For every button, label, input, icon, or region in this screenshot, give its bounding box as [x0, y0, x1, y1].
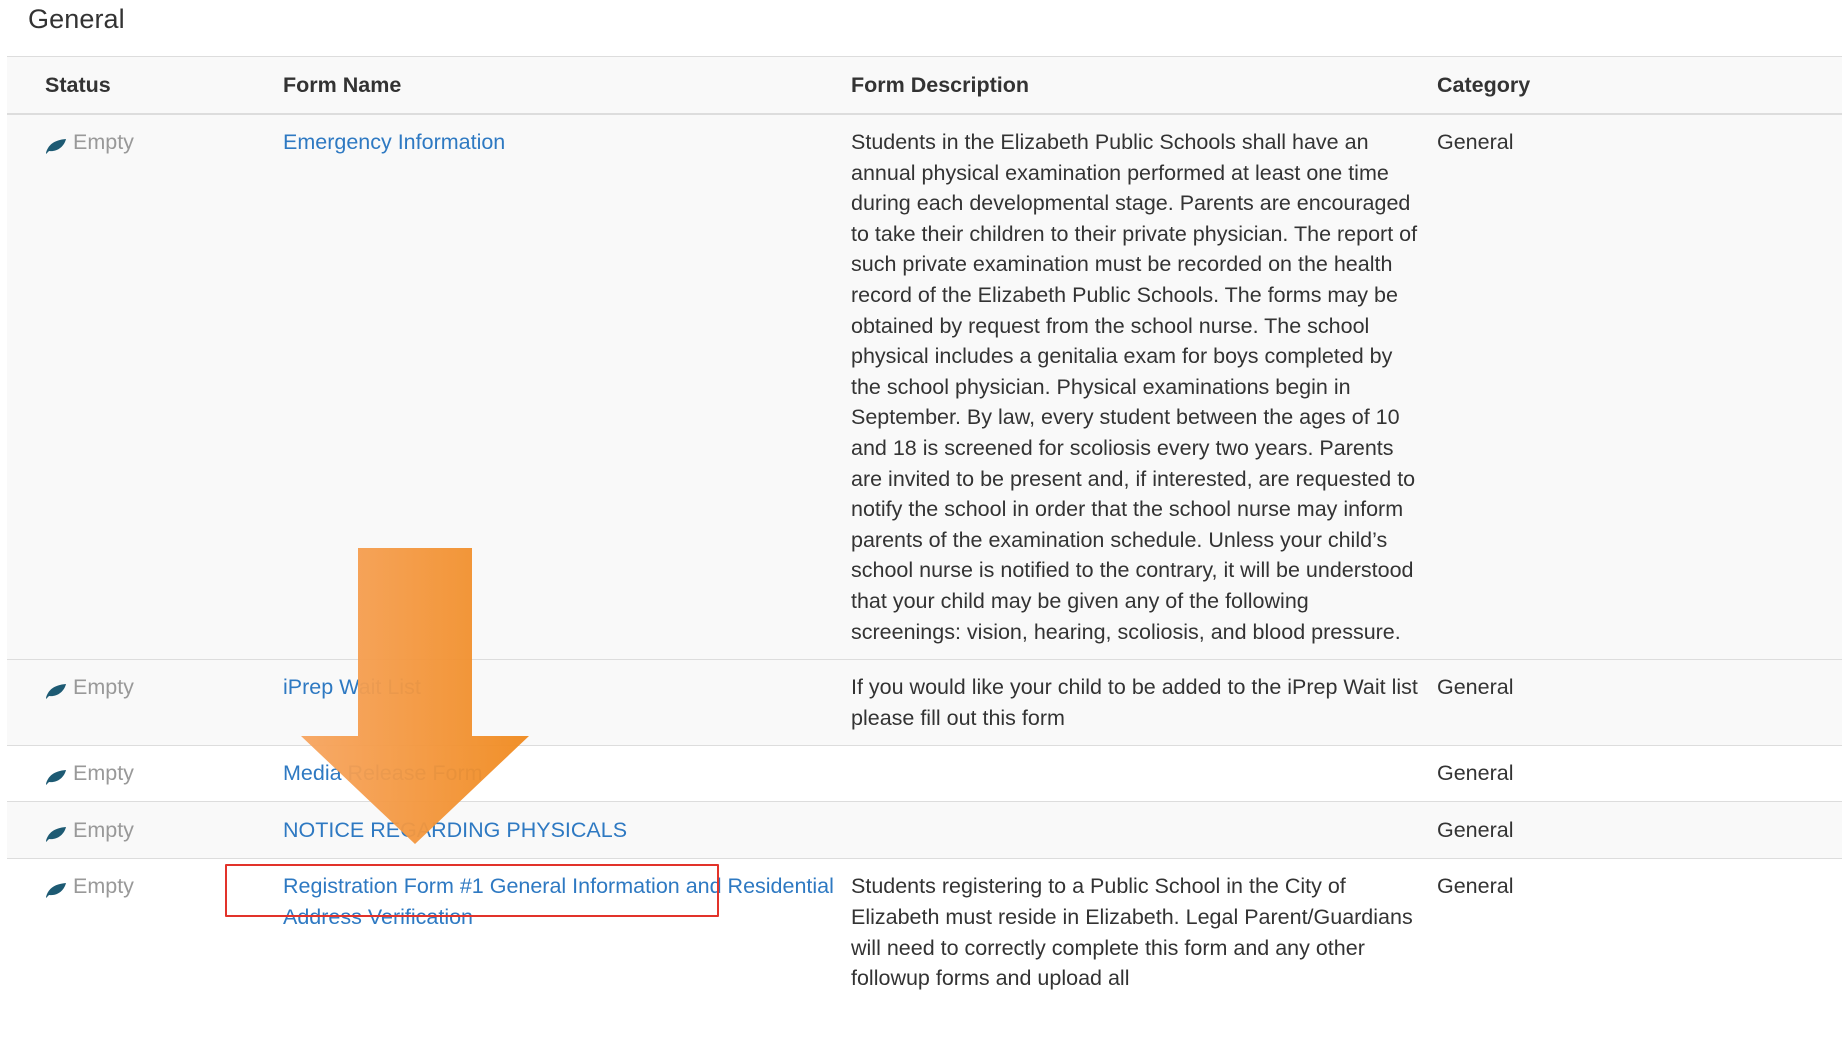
leaf-icon: [46, 684, 66, 700]
column-header-form-name[interactable]: Form Name: [283, 56, 851, 115]
section-title: General: [28, 4, 125, 34]
forms-page: General Status Form Name Form Descriptio…: [0, 0, 1842, 1053]
category-cell: General: [1437, 800, 1842, 859]
leaf-icon: [46, 826, 66, 842]
table-header-row: Status Form Name Form Description Catego…: [7, 56, 1842, 115]
category-cell: General: [1437, 858, 1842, 1006]
column-header-status[interactable]: Status: [7, 56, 283, 115]
table-row: Empty Emergency Information Students in …: [7, 113, 1842, 660]
form-name-cell: Emergency Information: [283, 113, 851, 660]
leaf-icon: [46, 883, 66, 899]
status-cell: Empty: [7, 113, 283, 660]
table-row: Empty Media Release Form General: [7, 745, 1842, 802]
form-link-emergency-information[interactable]: Emergency Information: [283, 130, 505, 154]
form-description-cell: Students in the Elizabeth Public Schools…: [851, 113, 1437, 660]
status-text: Empty: [73, 130, 134, 154]
form-name-cell: Media Release Form: [283, 745, 851, 802]
table-row: Empty Registration Form #1 General Infor…: [7, 858, 1842, 1006]
table-row: Empty NOTICE REGARDING PHYSICALS General: [7, 800, 1842, 859]
form-description: Students in the Elizabeth Public Schools…: [851, 130, 1418, 644]
table-row: Empty iPrep Wait List If you would like …: [7, 659, 1842, 746]
form-category: General: [1437, 761, 1514, 786]
category-cell: General: [1437, 745, 1842, 802]
form-description-cell: [851, 800, 1437, 859]
forms-table: Status Form Name Form Description Catego…: [7, 56, 1842, 1006]
status-text: Empty: [73, 874, 134, 899]
form-link-registration-form-1[interactable]: Registration Form #1 General Information…: [283, 874, 834, 929]
form-name-cell: Registration Form #1 General Information…: [283, 858, 851, 1006]
status-text: Empty: [73, 675, 134, 700]
status-cell: Empty: [7, 858, 283, 1006]
form-name-cell: NOTICE REGARDING PHYSICALS: [283, 800, 851, 859]
status-cell: Empty: [7, 745, 283, 802]
form-category: General: [1437, 817, 1514, 842]
form-category: General: [1437, 130, 1514, 154]
form-description: Students registering to a Public School …: [851, 874, 1413, 991]
form-link-iprep-wait-list[interactable]: iPrep Wait List: [283, 675, 421, 699]
form-link-media-release-form[interactable]: Media Release Form: [283, 761, 483, 785]
form-description: If you would like your child to be added…: [851, 675, 1418, 730]
leaf-icon: [46, 770, 66, 786]
form-category: General: [1437, 675, 1514, 700]
category-cell: General: [1437, 659, 1842, 746]
column-header-form-description[interactable]: Form Description: [851, 56, 1437, 115]
leaf-icon: [46, 139, 66, 154]
status-cell: Empty: [7, 659, 283, 746]
category-cell: General: [1437, 113, 1842, 660]
form-description-cell: If you would like your child to be added…: [851, 659, 1437, 746]
form-description-cell: [851, 745, 1437, 802]
status-text: Empty: [73, 817, 134, 842]
status-text: Empty: [73, 761, 134, 786]
status-cell: Empty: [7, 800, 283, 859]
form-name-cell: iPrep Wait List: [283, 659, 851, 746]
column-header-category[interactable]: Category: [1437, 56, 1842, 115]
form-link-notice-regarding-physicals[interactable]: NOTICE REGARDING PHYSICALS: [283, 818, 627, 842]
form-category: General: [1437, 874, 1514, 899]
form-description-cell: Students registering to a Public School …: [851, 858, 1437, 1006]
